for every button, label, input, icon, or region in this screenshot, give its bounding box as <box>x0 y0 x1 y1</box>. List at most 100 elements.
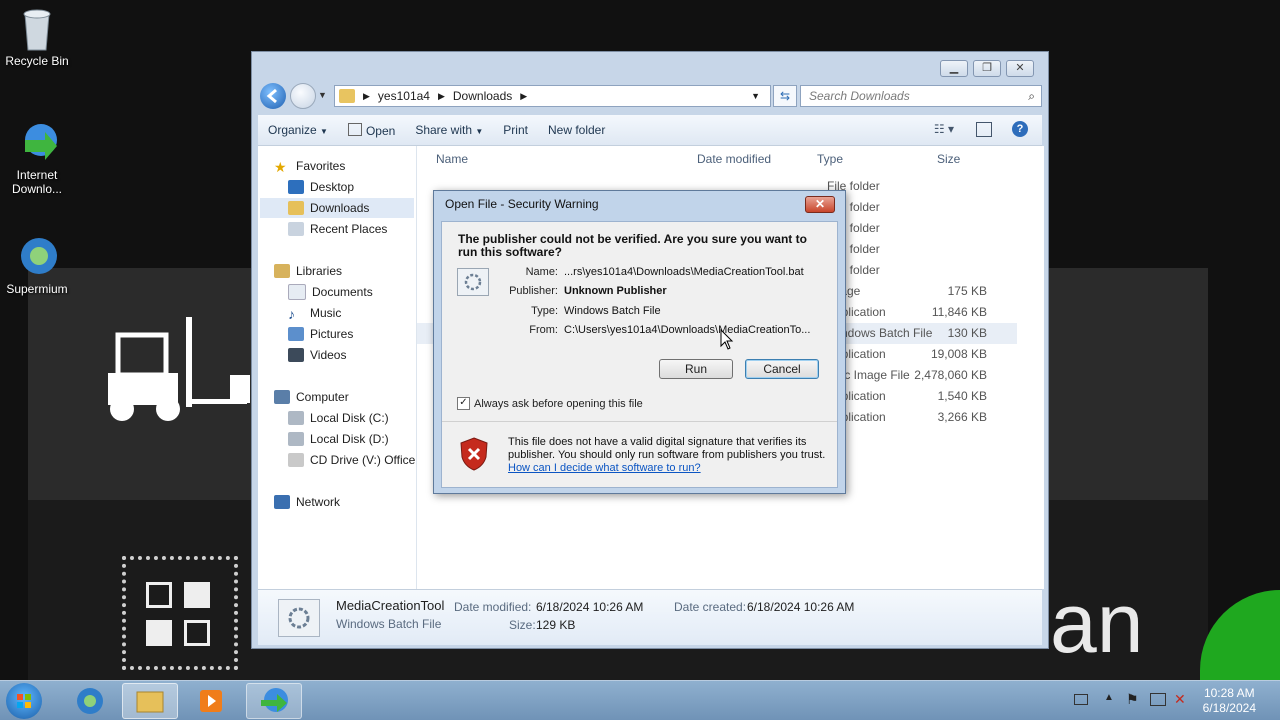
windows-logo-icon <box>17 694 31 708</box>
nav-label: Documents <box>312 285 373 299</box>
close-window-button[interactable]: ✕ <box>1006 60 1034 77</box>
share-with-menu[interactable]: Share with ▼ <box>405 123 493 137</box>
always-ask-checkbox[interactable]: ✓ Always ask before opening this file <box>457 397 643 410</box>
refresh-button[interactable]: ⇆ <box>773 85 797 107</box>
organize-label: Organize <box>268 123 317 137</box>
nav-label: Network <box>296 495 341 509</box>
column-header-size[interactable]: Size <box>937 152 960 166</box>
open-button[interactable]: Open <box>338 122 405 138</box>
from-value: C:\Users\yes101a4\Downloads\MediaCreatio… <box>564 324 811 336</box>
address-bar[interactable]: ▶ yes101a4 ▶ Downloads ▶ ▼ <box>334 85 771 107</box>
print-label: Print <box>503 123 528 137</box>
search-input[interactable]: Search Downloads ⌕ <box>800 85 1042 107</box>
breadcrumb-yes101a4[interactable]: yes101a4 <box>378 89 430 103</box>
history-dropdown-icon[interactable]: ▼ <box>318 90 327 100</box>
desktop-icon-recycle-bin[interactable]: Recycle Bin <box>0 6 74 68</box>
dialog-question: The publisher could not be verified. Are… <box>458 232 807 259</box>
help-link[interactable]: How can I decide what software to run? <box>508 462 701 474</box>
desktop-icon-idm[interactable]: Internet Downlo... <box>0 120 74 196</box>
name-value: ...rs\yes101a4\Downloads\MediaCreationTo… <box>564 266 804 278</box>
recycle-bin-icon <box>15 6 59 51</box>
dialog-body: The publisher could not be verified. Are… <box>441 221 838 488</box>
file-size: 11,846 KB <box>931 305 987 319</box>
minimize-button[interactable]: ▁ <box>940 60 968 77</box>
column-header-name[interactable]: Name <box>436 152 468 166</box>
network-tray-icon[interactable] <box>1150 693 1166 706</box>
taskbar-media-player[interactable] <box>184 683 240 719</box>
column-header-date-modified[interactable]: Date modified <box>697 152 771 166</box>
back-button[interactable] <box>260 83 286 109</box>
desktop-icon-label: Recycle Bin <box>5 54 69 68</box>
nav-label: Local Disk (C:) <box>310 411 389 425</box>
file-size: 3,266 KB <box>937 410 987 424</box>
nav-network[interactable]: Network <box>274 492 432 512</box>
desktop-folder-icon <box>288 180 304 194</box>
nav-label: Computer <box>296 390 349 404</box>
nav-computer[interactable]: Computer <box>274 387 432 407</box>
computer-icon <box>274 390 290 404</box>
preview-pane-icon[interactable] <box>976 122 992 137</box>
desktop-icon-supermium[interactable]: Supermium <box>0 234 74 296</box>
address-dropdown-icon[interactable]: ▼ <box>751 91 760 101</box>
column-header-type[interactable]: Type <box>817 152 843 166</box>
supermium-icon <box>77 688 103 714</box>
security-warning-dialog: Open File - Security Warning ✕ The publi… <box>433 190 846 494</box>
cancel-button[interactable]: Cancel <box>745 359 819 379</box>
taskbar-supermium[interactable] <box>62 683 118 719</box>
batch-file-icon <box>278 599 320 637</box>
dialog-close-button[interactable]: ✕ <box>805 196 835 213</box>
help-icon[interactable]: ? <box>1012 121 1028 137</box>
media-player-icon <box>200 690 222 712</box>
nav-downloads[interactable]: Downloads <box>260 198 414 218</box>
nav-label: Downloads <box>310 201 370 215</box>
music-icon: ♪ <box>288 306 295 322</box>
publisher-value: Unknown Publisher <box>564 285 667 297</box>
action-center-flag-icon[interactable]: ⚑ <box>1126 691 1139 708</box>
keyboard-icon[interactable] <box>1074 694 1088 705</box>
file-size: 130 KB <box>947 326 987 340</box>
chevron-down-icon: ▼ <box>320 127 328 136</box>
run-button[interactable]: Run <box>659 359 733 379</box>
show-hidden-icons-icon[interactable]: ▲ <box>1104 692 1114 703</box>
folder-icon <box>339 89 355 103</box>
checkbox-checked-icon: ✓ <box>457 397 470 410</box>
breadcrumb-downloads[interactable]: Downloads <box>453 89 512 103</box>
forward-button[interactable] <box>290 83 316 109</box>
nav-libraries[interactable]: Libraries <box>274 261 432 281</box>
detail-size: 129 KB <box>536 618 576 632</box>
back-arrow-icon <box>266 88 277 104</box>
mouse-cursor <box>720 328 734 354</box>
libraries-icon <box>274 264 290 278</box>
breadcrumb-chevron-icon: ▶ <box>520 90 528 101</box>
start-button[interactable] <box>6 683 42 719</box>
detail-size-label: Size: <box>509 618 536 632</box>
wallpaper-text: an <box>1050 576 1144 670</box>
organize-menu[interactable]: Organize ▼ <box>258 123 338 137</box>
warning-text: This file does not have a valid digital … <box>508 436 826 461</box>
forklift-graphic <box>100 315 250 425</box>
shield-warning-icon <box>459 437 489 474</box>
breadcrumb-chevron-icon: ▶ <box>437 90 445 101</box>
nav-cd-drive[interactable]: CD Drive (V:) Office2 <box>288 450 416 470</box>
print-button[interactable]: Print <box>493 123 538 137</box>
detail-date-created-label: Date created: <box>674 600 747 614</box>
volume-muted-icon[interactable]: ✕ <box>1174 691 1186 708</box>
desktop-icon-label: Supermium <box>6 282 68 296</box>
desktop-icon-label: Internet Downlo... <box>11 168 63 196</box>
search-icon[interactable]: ⌕ <box>1028 86 1035 106</box>
nav-favorites[interactable]: ★ Favorites <box>274 156 432 176</box>
maximize-button[interactable]: ❐ <box>973 60 1001 77</box>
new-folder-button[interactable]: New folder <box>538 123 615 137</box>
close-icon: ✕ <box>814 197 826 211</box>
taskbar-explorer[interactable] <box>122 683 178 719</box>
view-options-icon[interactable]: ☷ ▾ <box>934 122 954 136</box>
type-value: Windows Batch File <box>564 305 661 317</box>
file-size: 1,540 KB <box>937 389 987 403</box>
open-icon <box>347 122 362 136</box>
clock[interactable]: 10:28 AM 6/18/2024 <box>1203 686 1256 716</box>
taskbar-idm[interactable] <box>246 683 302 719</box>
recent-places-icon <box>288 222 304 236</box>
always-ask-label: Always ask before opening this file <box>474 397 643 410</box>
file-size: 175 KB <box>947 284 987 298</box>
new-folder-label: New folder <box>547 123 606 137</box>
